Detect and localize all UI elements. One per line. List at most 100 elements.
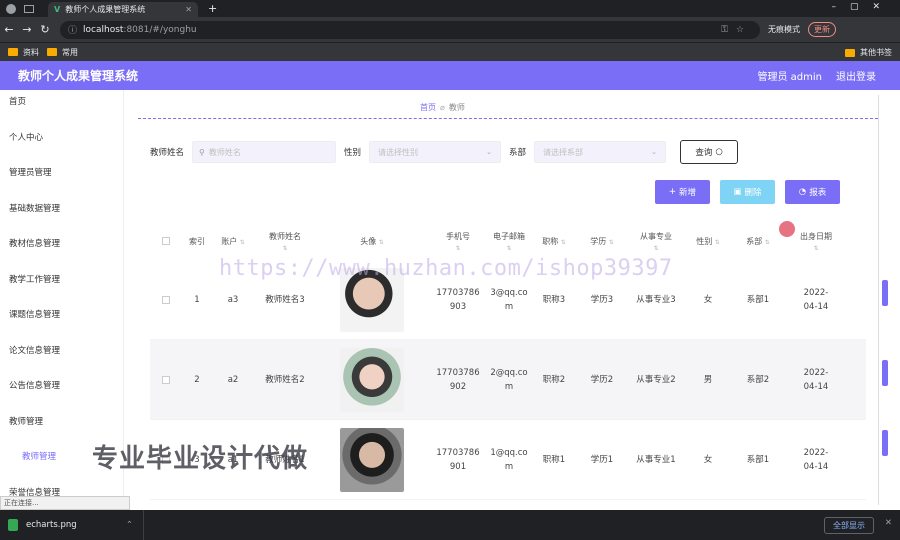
chevron-up-icon[interactable]: ⌃ <box>126 520 133 530</box>
sidebar-item-admin[interactable]: 管理员管理 <box>0 161 123 197</box>
cell-gender: 女 <box>703 454 713 465</box>
row-action-button[interactable] <box>882 360 888 386</box>
dept-select[interactable]: 请选择系部 ⌄ <box>534 141 667 163</box>
show-all-button[interactable]: 全部显示 <box>824 517 874 534</box>
cell-name: 教师姓名2 <box>265 374 305 385</box>
cell-major: 从事专业3 <box>636 294 676 305</box>
bookmark-folder[interactable]: 常用 <box>47 47 78 58</box>
sort-icon[interactable]: ⇅ <box>609 239 614 246</box>
url-input[interactable]: ⓘ localhost :8081/#/yonghu ⚿☆ <box>60 20 760 39</box>
row-checkbox[interactable] <box>162 295 170 304</box>
sort-icon[interactable]: ⇅ <box>765 239 770 246</box>
row-action-button[interactable] <box>882 280 888 306</box>
column-header-label: 手机号 <box>446 231 470 241</box>
column-header[interactable]: 职称 ⇅ <box>530 222 578 260</box>
divider <box>138 118 878 119</box>
breadcrumb-home[interactable]: 首页 <box>420 103 436 112</box>
name-search-input[interactable]: ⚲ 教师姓名 <box>192 141 337 163</box>
column-header-label: 从事专业 <box>640 231 672 241</box>
sort-icon[interactable]: ⇅ <box>561 239 566 246</box>
bookmark-folder[interactable]: 资料 <box>8 47 39 58</box>
forward-icon[interactable]: → <box>18 23 36 36</box>
cell-education: 学历1 <box>590 454 614 465</box>
column-header[interactable]: 电子邮箱 ⇅ <box>488 222 530 260</box>
sort-icon[interactable]: ⇅ <box>653 245 658 252</box>
table-row[interactable]: 2 a2 教师姓名2 17703786902 2@qq.com 职称2 学历2 … <box>150 340 888 420</box>
column-header[interactable]: 从事专业 ⇅ <box>626 222 686 260</box>
url-host: localhost <box>83 24 124 35</box>
row-checkbox[interactable] <box>162 375 170 384</box>
browser-tab-strip: V 教师个人成果管理系统 ✕ + –▢✕ <box>0 0 900 17</box>
column-header[interactable]: 性别 ⇅ <box>686 222 730 260</box>
close-icon[interactable]: ✕ <box>885 518 892 528</box>
sort-icon[interactable]: ⇅ <box>379 239 384 246</box>
plus-icon: + <box>668 187 677 197</box>
sort-icon[interactable]: ⇅ <box>282 245 287 252</box>
avatar <box>340 347 404 412</box>
cell-department: 系部1 <box>746 454 770 465</box>
column-header[interactable]: 账户 ⇅ <box>212 222 254 260</box>
chevron-down-icon: ⌄ <box>651 148 658 156</box>
incognito-label: 无痕模式 <box>768 25 800 34</box>
other-bookmarks[interactable]: 其他书签 <box>845 47 892 58</box>
breadcrumb-current: 教师 <box>448 103 465 112</box>
url-action-icons[interactable]: ⚿☆ <box>721 25 752 35</box>
sort-icon[interactable]: ⇅ <box>506 245 511 252</box>
scrollbar[interactable] <box>878 95 879 505</box>
breadcrumb-separator-icon: ⌀ <box>440 103 445 112</box>
cell-gender: 男 <box>703 374 713 385</box>
logout-link[interactable]: 退出登录 <box>836 68 876 83</box>
delete-button[interactable]: ▣ 删除 <box>720 180 775 204</box>
cell-major: 从事专业1 <box>636 454 676 465</box>
download-filename: echarts.png <box>26 520 77 530</box>
chrome-menu-icon[interactable] <box>6 3 16 14</box>
watermark-url: https://www.huzhan.com/ishop39397 <box>219 256 673 281</box>
cell-phone: 17703786903 <box>436 287 480 312</box>
add-button[interactable]: + 新增 <box>655 180 710 204</box>
column-header-label: 学历 ⇅ <box>590 236 614 246</box>
column-header-label: 索引 <box>189 236 205 246</box>
sidebar-item-personal-center[interactable]: 个人中心 <box>0 126 123 162</box>
sidebar-item-textbook[interactable]: 教材信息管理 <box>0 232 123 268</box>
download-item[interactable]: echarts.png ⌃ <box>8 510 144 540</box>
cell-birth-date: 2022-04-14 <box>803 367 829 392</box>
cell-department: 系部1 <box>746 294 770 305</box>
tab-search-icon[interactable] <box>24 4 34 13</box>
sidebar-item-notice[interactable]: 公告信息管理 <box>0 374 123 410</box>
folder-icon <box>47 48 57 56</box>
report-button[interactable]: ◔ 报表 <box>785 180 840 204</box>
column-header[interactable]: 手机号 ⇅ <box>428 222 488 260</box>
window-controls[interactable]: –▢✕ <box>831 2 894 12</box>
cell-phone: 17703786901 <box>436 447 480 472</box>
sort-icon[interactable]: ⇅ <box>715 239 720 246</box>
sort-icon[interactable]: ⇅ <box>813 245 818 252</box>
update-button[interactable]: 更新 <box>808 22 836 37</box>
sidebar-item-basic-data[interactable]: 基础数据管理 <box>0 197 123 233</box>
download-bar: echarts.png ⌃ 全部显示 ✕ <box>0 510 900 540</box>
sort-icon[interactable]: ⇅ <box>240 239 245 246</box>
add-button-label: 新增 <box>679 188 697 198</box>
sort-icon[interactable]: ⇅ <box>455 245 460 252</box>
sidebar-item-paper[interactable]: 论文信息管理 <box>0 339 123 375</box>
column-header[interactable]: 学历 ⇅ <box>578 222 626 260</box>
column-header[interactable]: 教师姓名 ⇅ <box>254 222 316 260</box>
column-header[interactable]: 系部 ⇅ <box>730 222 786 260</box>
new-tab-icon[interactable]: + <box>208 2 217 15</box>
back-icon[interactable]: ← <box>0 23 18 36</box>
reload-icon[interactable]: ↻ <box>36 23 54 36</box>
cell-title: 职称1 <box>542 454 566 465</box>
column-header[interactable]: 出身日期 ⇅ <box>786 222 846 260</box>
select-all-checkbox[interactable] <box>162 237 170 245</box>
gender-filter-label: 性别 <box>344 148 362 158</box>
sidebar-item-home[interactable]: 首页 <box>0 90 123 126</box>
query-button[interactable]: 查询 ○ <box>680 140 739 164</box>
tab-close-icon[interactable]: ✕ <box>185 5 192 14</box>
app-title: 教师个人成果管理系统 <box>18 69 139 83</box>
column-header[interactable]: 头像 ⇅ <box>316 222 428 260</box>
gender-select[interactable]: 请选择性别 ⌄ <box>369 141 502 163</box>
search-icon: ○ <box>715 147 723 157</box>
sidebar-item-project[interactable]: 课题信息管理 <box>0 303 123 339</box>
browser-tab[interactable]: V 教师个人成果管理系统 ✕ <box>48 2 198 17</box>
row-action-button[interactable] <box>882 430 888 456</box>
sidebar-item-teaching[interactable]: 教学工作管理 <box>0 268 123 304</box>
